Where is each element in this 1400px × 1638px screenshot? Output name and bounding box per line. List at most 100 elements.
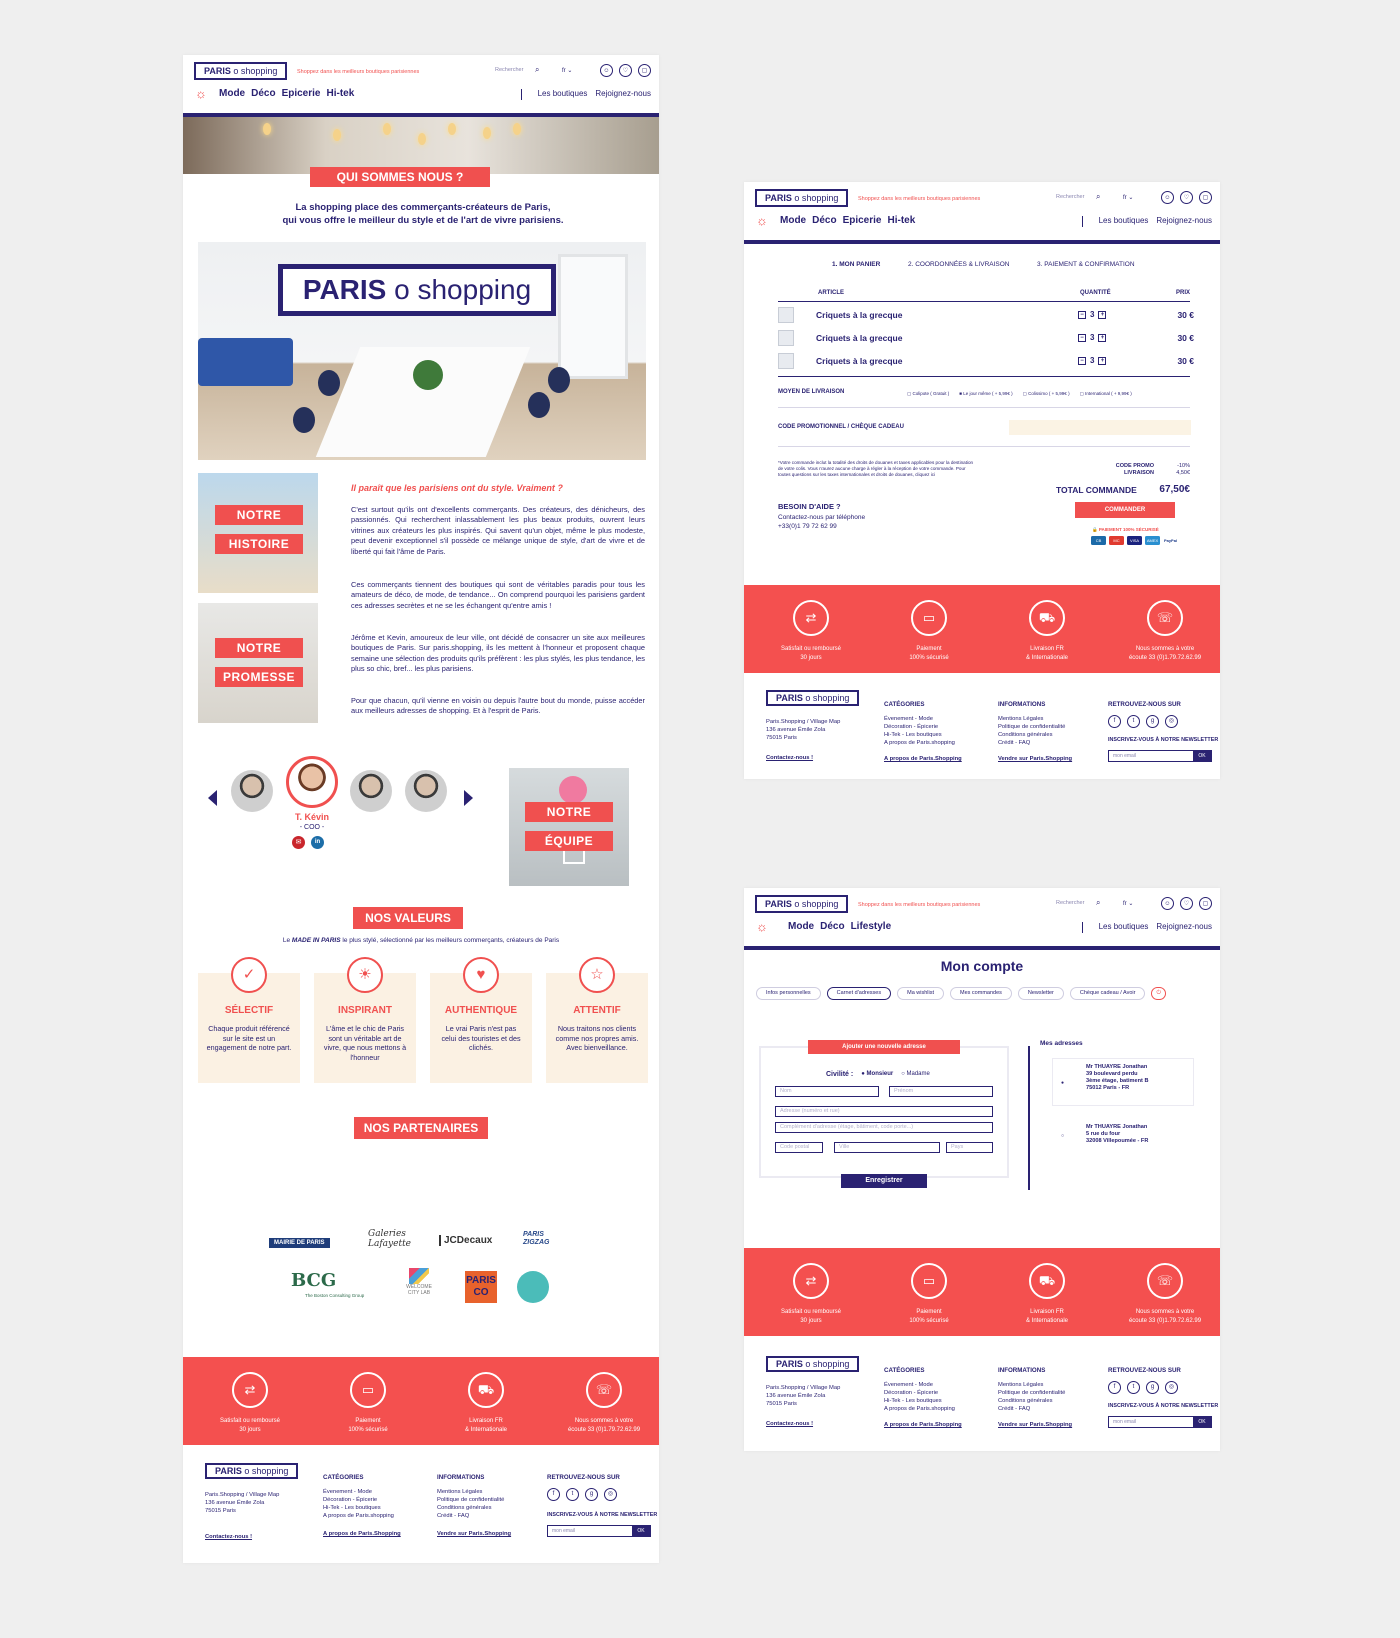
promo-input[interactable] [1009,420,1191,435]
avatar[interactable] [231,770,273,812]
plus-icon[interactable]: + [1098,310,1107,319]
user-icon[interactable]: ☺ [1161,897,1174,910]
user-icon[interactable]: ☺ [600,64,613,77]
tab-infos[interactable]: Infos personnelles [756,987,821,1000]
footer-logo[interactable]: PARIS o shopping [766,1356,860,1372]
col-quantity: QUANTITÉ [1080,290,1111,296]
site-logo[interactable]: PARIS o shopping [755,895,849,913]
nav-rejoignez[interactable]: Rejoignez-nous [595,89,651,100]
newsletter-input[interactable]: mon email [548,1526,632,1536]
team-photo[interactable]: NOTRE ÉQUIPE [509,768,629,886]
site-logo[interactable]: PARIS o shopping [755,189,849,207]
product-name[interactable]: Criquets à la grecque [816,310,902,320]
minus-icon[interactable]: − [1078,333,1086,342]
footer-logo[interactable]: PARIS o shopping [205,1463,299,1479]
footer-contact-link[interactable]: Contactez-nous ! [205,1533,279,1541]
nav-epicerie[interactable]: Epicerie [282,88,321,99]
delivery-option[interactable]: ▢ International ( + 9,99€ ) [1080,390,1132,397]
nav-mode[interactable]: Mode [219,88,245,99]
histoire-photo[interactable]: NOTRE HISTOIRE [198,473,318,593]
avatar[interactable] [405,770,447,812]
search-icon[interactable]: ⌕ [1096,898,1100,908]
facebook-icon[interactable]: f [547,1488,560,1501]
partner-logo[interactable]: PARIS CO [465,1271,497,1303]
language-select[interactable]: fr ⌄ [1123,900,1133,907]
city-field[interactable]: Ville [834,1142,940,1153]
instagram-icon[interactable]: ◎ [604,1488,617,1501]
partner-logo[interactable]: Galeries Lafayette [368,1229,420,1249]
address-field[interactable]: Adresse (numéro et rue) [775,1106,993,1117]
step-3[interactable]: 3. PAIEMENT & CONFIRMATION [1037,261,1135,268]
bulb-icon: ☀ [347,957,383,993]
twitter-icon[interactable]: t [566,1488,579,1501]
site-logo[interactable]: PARIS o shopping [194,62,288,80]
promesse-photo[interactable]: NOTRE PROMESSE [198,603,318,723]
delivery-option[interactable]: ■ Le jour même ( + 5,99€ ) [959,390,1012,397]
arrow-left-icon[interactable] [208,790,217,806]
bag-icon[interactable]: ▢ [638,64,651,77]
language-select[interactable]: fr ⌄ [562,67,572,74]
radio-unselected[interactable]: ○ [1061,1133,1064,1139]
address-complement-field[interactable]: Complément d'adresse (étage, bâtiment, c… [775,1122,993,1133]
search-input[interactable]: Rechercher [1056,900,1084,906]
heart-icon[interactable]: ♡ [1180,897,1193,910]
address-2[interactable]: Mr THUAYRE Jonathan 5 rue du four 32008 Vi… [1086,1124,1148,1145]
bag-icon[interactable]: ▢ [1199,191,1212,204]
country-field[interactable]: Pays [946,1142,993,1153]
product-thumbnail[interactable] [778,307,794,323]
step-2[interactable]: 2. COORDONNÉES & LIVRAISON [908,261,1010,268]
search-input[interactable]: Rechercher [495,67,523,73]
partner-logo[interactable]: WELCOME CITY LAB [401,1268,437,1296]
arrow-right-icon[interactable] [464,790,473,806]
delivery-option[interactable]: ▢ Colipote ( Gratuit ) [907,390,949,397]
bag-icon[interactable]: ▢ [1199,897,1212,910]
tab-commandes[interactable]: Mes commandes [950,987,1012,1000]
search-icon[interactable]: ⌕ [535,65,539,75]
power-icon[interactable]: ⏻ [1151,987,1166,1000]
heart-icon[interactable]: ♡ [1180,191,1193,204]
reassurance-band: ⇄ Satisfait ou remboursé 30 jours ▭ Paiemen… [183,1357,659,1445]
nav-hitek[interactable]: Hi-tek [326,88,354,99]
tab-cheque[interactable]: Chèque cadeau / Avoir [1069,987,1146,1000]
minus-icon[interactable]: − [1078,356,1086,365]
plus-icon[interactable]: + [1098,333,1107,342]
product-name[interactable]: Criquets à la grecque [816,356,902,366]
language-select[interactable]: fr ⌄ [1123,194,1133,201]
partner-logo[interactable]: MAIRIE DE PARIS [269,1238,330,1248]
heart-icon[interactable]: ♡ [619,64,632,77]
partner-logo[interactable]: PARIS ZIGZAG [523,1231,568,1247]
footer-logo[interactable]: PARIS o shopping [766,690,860,706]
delivery-option[interactable]: ▢ Colissimo ( + 5,99€ ) [1023,390,1070,397]
plus-icon[interactable]: + [1098,356,1107,365]
google-icon[interactable]: g [585,1488,598,1501]
step-1[interactable]: 1. MON PANIER [832,261,880,268]
nav-deco[interactable]: Déco [251,88,275,99]
product-thumbnail[interactable] [778,330,794,346]
product-name[interactable]: Criquets à la grecque [816,333,902,343]
tab-wishlist[interactable]: Ma wishlist [897,987,945,1000]
radio-selected[interactable]: ● [1061,1080,1064,1086]
order-button[interactable]: COMMANDER [1075,502,1175,518]
save-button[interactable]: Enregistrer [841,1174,927,1188]
product-thumbnail[interactable] [778,353,794,369]
nav-boutiques[interactable]: Les boutiques [538,89,588,100]
tab-newsletter[interactable]: Newsletter [1017,987,1064,1000]
tab-adresses[interactable]: Carnet d'adresses [826,987,892,1000]
partner-logo[interactable]: JCDecaux [439,1235,492,1246]
radio-madame[interactable]: ○ Madame [901,1071,930,1078]
avatar[interactable] [350,770,392,812]
partner-logo-circle[interactable] [517,1271,549,1303]
avatar-active[interactable] [286,756,338,808]
minus-icon[interactable]: − [1078,310,1086,319]
search-icon[interactable]: ⌕ [1096,192,1100,202]
radio-monsieur[interactable]: ● Monsieur [861,1071,893,1078]
partner-logo[interactable]: BCG [291,1270,336,1291]
newsletter-ok-button[interactable]: OK [632,1526,650,1536]
mail-icon[interactable]: ✉ [292,836,305,849]
postal-code-field[interactable]: Code postal [775,1142,823,1153]
first-name-field[interactable]: Prénom [889,1086,993,1097]
search-input[interactable]: Rechercher [1056,194,1084,200]
user-icon[interactable]: ☺ [1161,191,1174,204]
linkedin-icon[interactable]: in [311,836,324,849]
last-name-field[interactable]: Nom [775,1086,879,1097]
